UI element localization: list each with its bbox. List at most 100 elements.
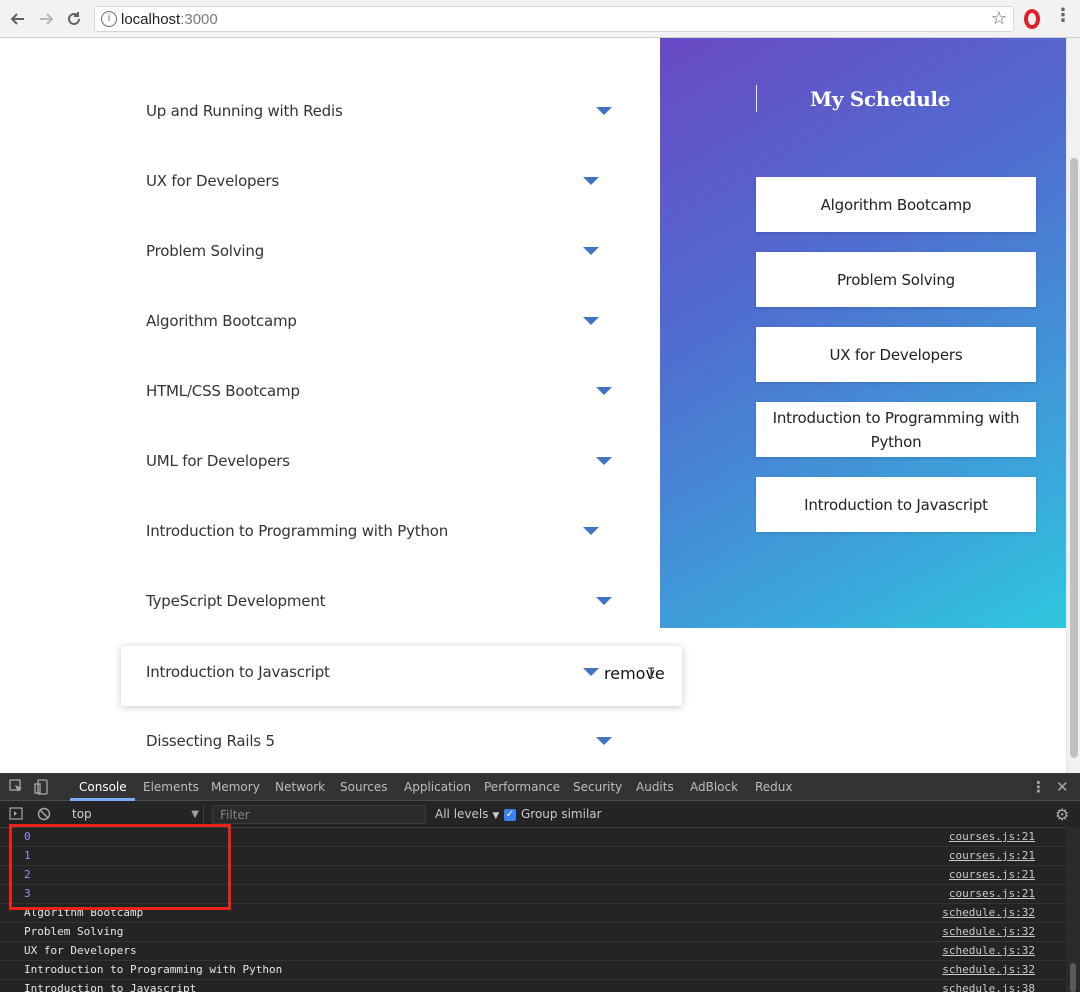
course-title: TypeScript Development xyxy=(146,592,326,610)
course-title: Up and Running with Redis xyxy=(146,102,343,120)
expand-arrow-icon[interactable] xyxy=(596,107,612,115)
context-value: top xyxy=(72,807,92,821)
console-source-link[interactable]: courses.js:21 xyxy=(949,830,1035,843)
schedule-card-label: Introduction to Javascript xyxy=(804,495,988,514)
gear-icon[interactable]: ⚙ xyxy=(1055,805,1069,824)
schedule-panel: My Schedule Algorithm Bootcamp Problem S… xyxy=(660,38,1066,628)
course-item[interactable]: Dissecting Rails 5 xyxy=(121,713,682,773)
info-icon[interactable]: i xyxy=(101,11,117,27)
course-item[interactable]: Up and Running with Redis xyxy=(121,83,682,143)
tab-performance[interactable]: Performance xyxy=(484,780,560,794)
schedule-card[interactable]: Introduction to Programming with Python xyxy=(756,402,1036,457)
bookmark-star-icon[interactable]: ☆ xyxy=(991,8,1007,29)
tab-application[interactable]: Application xyxy=(404,780,471,794)
opera-icon[interactable] xyxy=(1024,9,1040,29)
tab-sources[interactable]: Sources xyxy=(340,780,387,794)
url-host: localhost xyxy=(121,11,181,28)
menu-kebab-icon[interactable]: ⋮ xyxy=(1054,7,1072,25)
course-item[interactable]: HTML/CSS Bootcamp xyxy=(121,363,682,423)
expand-arrow-icon[interactable] xyxy=(583,527,599,535)
course-item[interactable]: UX for Developers xyxy=(121,153,682,213)
page-scrollbar-thumb[interactable] xyxy=(1070,158,1078,758)
page-scrollbar[interactable] xyxy=(1066,38,1080,773)
course-item[interactable]: Problem Solving xyxy=(121,223,682,283)
console-source-link[interactable]: schedule.js:32 xyxy=(942,944,1035,957)
levels-label: All levels xyxy=(435,807,489,821)
tab-adblock[interactable]: AdBlock xyxy=(690,780,738,794)
course-title: UML for Developers xyxy=(146,452,290,470)
expand-arrow-icon[interactable] xyxy=(583,177,599,185)
expand-arrow-icon[interactable] xyxy=(583,247,599,255)
console-source-link[interactable]: schedule.js:32 xyxy=(942,963,1035,976)
caret-down-icon: ▼ xyxy=(191,809,199,820)
course-title: Algorithm Bootcamp xyxy=(146,312,297,330)
group-similar-checkbox[interactable]: ✓ xyxy=(504,809,516,821)
console-scrollbar[interactable] xyxy=(1066,827,1080,992)
tab-memory[interactable]: Memory xyxy=(211,780,260,794)
inspect-element-icon[interactable] xyxy=(9,779,23,797)
console-message: Introduction to Javascript xyxy=(24,982,197,992)
expand-arrow-icon[interactable] xyxy=(596,457,612,465)
back-arrow-icon[interactable] xyxy=(7,8,29,30)
console-row: Introduction to Javascript schedule.js:38 xyxy=(0,980,1066,992)
expand-arrow-icon[interactable] xyxy=(583,317,599,325)
tab-elements[interactable]: Elements xyxy=(143,780,199,794)
caret-down-icon: ▼ xyxy=(492,811,500,821)
annotation-highlight-box xyxy=(9,824,231,910)
devtools-menu-icon[interactable]: ⋮ xyxy=(1031,778,1046,796)
console-source-link[interactable]: courses.js:21 xyxy=(949,849,1035,862)
schedule-card-label: Introduction to Programming with Python xyxy=(772,408,1020,451)
console-row: Introduction to Programming with Python s… xyxy=(0,961,1066,980)
course-item-hovered[interactable]: Introduction to Javascript remove I xyxy=(121,646,682,706)
filter-input[interactable] xyxy=(212,805,426,824)
tab-redux[interactable]: Redux xyxy=(755,780,793,794)
schedule-card-label: Algorithm Bootcamp xyxy=(820,195,972,214)
devtools-tab-bar: Console Elements Memory Network Sources … xyxy=(0,774,1080,801)
schedule-card[interactable]: Introduction to Javascript xyxy=(756,477,1036,532)
clear-console-icon[interactable] xyxy=(37,807,51,825)
course-item[interactable]: UML for Developers xyxy=(121,433,682,493)
console-source-link[interactable]: schedule.js:32 xyxy=(942,925,1035,938)
console-source-link[interactable]: schedule.js:38 xyxy=(942,982,1035,992)
browser-toolbar: i localhost:3000 ☆ ⋮ xyxy=(0,0,1080,38)
console-scrollbar-thumb[interactable] xyxy=(1070,963,1076,992)
url-port: :3000 xyxy=(180,11,218,28)
tab-security[interactable]: Security xyxy=(573,780,622,794)
remove-button[interactable]: remove xyxy=(604,664,665,683)
schedule-card[interactable]: UX for Developers xyxy=(756,327,1036,382)
schedule-card-label: Problem Solving xyxy=(836,270,956,289)
course-item[interactable]: TypeScript Development xyxy=(121,573,682,633)
console-source-link[interactable]: courses.js:21 xyxy=(949,887,1035,900)
url-text: localhost:3000 xyxy=(121,11,218,28)
course-item[interactable]: Algorithm Bootcamp xyxy=(121,293,682,353)
context-select[interactable]: top ▼ xyxy=(64,805,204,824)
reload-icon[interactable] xyxy=(63,8,85,30)
course-title: UX for Developers xyxy=(146,172,279,190)
course-title: Introduction to Javascript xyxy=(146,663,330,681)
expand-arrow-icon[interactable] xyxy=(596,597,612,605)
group-similar-label: Group similar xyxy=(521,807,602,821)
close-devtools-icon[interactable]: ✕ xyxy=(1056,778,1069,796)
expand-arrow-icon[interactable] xyxy=(596,737,612,745)
tab-network[interactable]: Network xyxy=(275,780,325,794)
course-item[interactable]: Introduction to Programming with Python xyxy=(121,503,682,563)
levels-dropdown[interactable]: All levels ▼ xyxy=(435,807,499,821)
console-message: Problem Solving xyxy=(24,925,124,938)
expand-arrow-icon[interactable] xyxy=(583,668,599,676)
course-title: HTML/CSS Bootcamp xyxy=(146,382,300,400)
schedule-heading: My Schedule xyxy=(810,87,951,111)
tab-audits[interactable]: Audits xyxy=(636,780,674,794)
schedule-card[interactable]: Algorithm Bootcamp xyxy=(756,177,1036,232)
forward-arrow-icon[interactable] xyxy=(35,8,57,30)
console-source-link[interactable]: courses.js:21 xyxy=(949,868,1035,881)
expand-arrow-icon[interactable] xyxy=(596,387,612,395)
tab-console[interactable]: Console xyxy=(79,780,127,794)
text-cursor-icon: I xyxy=(647,666,656,682)
sidebar-toggle-icon[interactable] xyxy=(9,807,23,824)
schedule-card[interactable]: Problem Solving xyxy=(756,252,1036,307)
address-bar[interactable]: i localhost:3000 ☆ xyxy=(94,6,1014,32)
console-message: UX for Developers xyxy=(24,944,137,957)
console-row: UX for Developers schedule.js:32 xyxy=(0,942,1066,961)
device-toolbar-icon[interactable] xyxy=(34,779,48,799)
console-source-link[interactable]: schedule.js:32 xyxy=(942,906,1035,919)
